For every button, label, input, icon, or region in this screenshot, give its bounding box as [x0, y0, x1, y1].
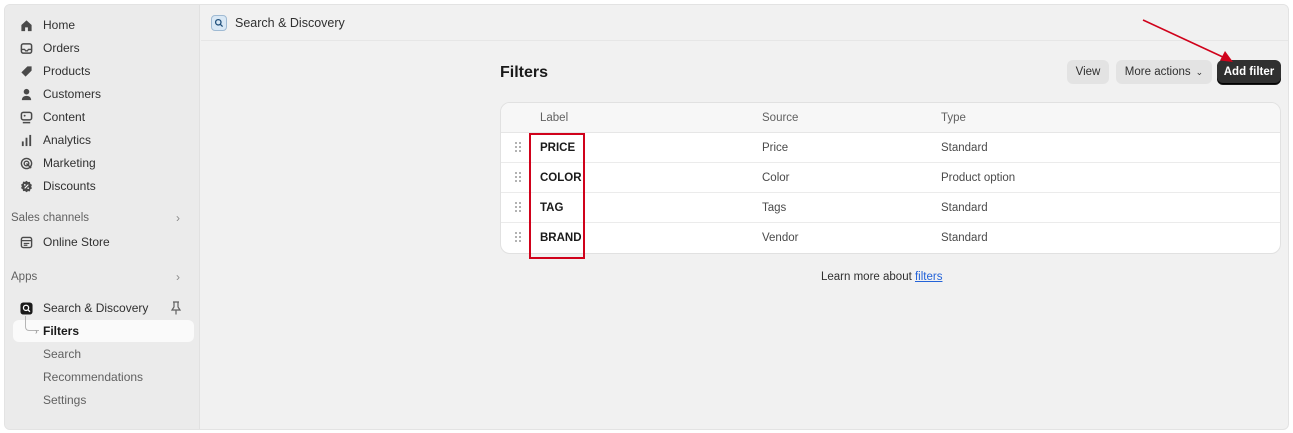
target-icon	[19, 156, 33, 170]
filter-type: Product option	[941, 172, 1016, 184]
filter-label: COLOR	[540, 172, 582, 184]
person-icon	[19, 87, 33, 101]
sidebar-item-marketing[interactable]: Marketing	[11, 152, 194, 174]
sidebar-item-orders[interactable]: Orders	[11, 37, 194, 59]
tag-icon	[19, 64, 33, 78]
sidebar-item-label: Online Store	[43, 235, 110, 249]
filter-label: BRAND	[540, 232, 582, 244]
bar-chart-icon	[19, 133, 33, 147]
sidebar-item-customers[interactable]: Customers	[11, 83, 194, 105]
drag-handle-icon[interactable]	[515, 232, 523, 243]
filter-source: Vendor	[762, 232, 799, 244]
view-button[interactable]: View	[1067, 60, 1109, 84]
more-actions-button[interactable]: More actions ⌄	[1116, 60, 1212, 84]
filters-help-link[interactable]: filters	[915, 271, 942, 283]
discount-icon	[19, 179, 33, 193]
sidebar-item-online-store[interactable]: Online Store	[11, 231, 194, 253]
filter-source: Tags	[762, 202, 787, 214]
app-title: Search & Discovery	[235, 15, 345, 30]
table-header: Label Source Type	[501, 103, 1280, 133]
table-row[interactable]: PRICE Price Standard	[501, 133, 1280, 163]
sidebar-item-discounts[interactable]: Discounts	[11, 175, 194, 197]
sidebar-subitem-recommendations[interactable]: Recommendations	[13, 366, 194, 388]
learn-more-prefix: Learn more about	[821, 271, 915, 283]
sidebar-item-label: Marketing	[43, 156, 96, 170]
sidebar-subitem-settings[interactable]: Settings	[13, 389, 194, 411]
store-icon	[19, 235, 33, 249]
view-button-label: View	[1075, 66, 1101, 78]
sidebar-item-analytics[interactable]: Analytics	[11, 129, 194, 151]
chevron-right-icon: ›	[176, 211, 180, 225]
sidebar-subitem-search[interactable]: Search	[13, 343, 194, 365]
apps-section[interactable]: Apps ›	[11, 267, 194, 287]
sidebar-item-content[interactable]: Content	[11, 106, 194, 128]
add-filter-button[interactable]: Add filter	[1217, 60, 1281, 84]
sidebar-item-label: Products	[43, 64, 91, 78]
sidebar-item-label: Discounts	[43, 179, 96, 193]
filter-type: Standard	[941, 232, 988, 244]
drag-handle-icon[interactable]	[515, 142, 523, 153]
app-topbar: Search & Discovery	[201, 5, 1288, 41]
sidebar-subitem-label: Recommendations	[43, 370, 144, 384]
pin-icon[interactable]	[170, 301, 182, 315]
filter-type: Standard	[941, 202, 988, 214]
filters-table: Label Source Type PRICE Price Standard C…	[500, 102, 1281, 254]
column-header-type[interactable]: Type	[941, 112, 966, 124]
app-frame: Home Orders Products Customers Content A…	[4, 4, 1289, 430]
tree-arrow-icon: ›	[35, 327, 38, 336]
drag-handle-icon[interactable]	[515, 172, 523, 183]
sidebar-subitem-label: Settings	[43, 393, 87, 407]
sidebar-item-label: Customers	[43, 87, 102, 101]
search-discovery-app-icon	[19, 301, 33, 315]
sidebar-item-home[interactable]: Home	[11, 14, 194, 36]
column-header-label[interactable]: Label	[540, 112, 568, 124]
filter-source: Price	[762, 142, 789, 154]
page-title: Filters	[500, 64, 549, 81]
content-icon	[19, 110, 33, 124]
search-discovery-logo-icon	[211, 14, 227, 31]
sidebar: Home Orders Products Customers Content A…	[5, 5, 200, 429]
add-filter-label: Add filter	[1223, 66, 1275, 78]
table-row[interactable]: TAG Tags Standard	[501, 193, 1280, 223]
table-row[interactable]: BRAND Vendor Standard	[501, 223, 1280, 253]
drag-handle-icon[interactable]	[515, 202, 523, 213]
filter-source: Color	[762, 172, 790, 184]
home-icon	[19, 18, 33, 32]
sidebar-item-label: Home	[43, 18, 76, 32]
sidebar-item-label: Content	[43, 110, 86, 124]
sidebar-item-label: Analytics	[43, 133, 92, 147]
sidebar-subitem-label: Filters	[43, 324, 80, 338]
filter-label: PRICE	[540, 142, 576, 154]
sales-channels-section[interactable]: Sales channels ›	[11, 208, 194, 228]
chevron-down-icon: ⌄	[1195, 66, 1204, 77]
learn-more-text: Learn more about filters	[821, 271, 942, 283]
sidebar-subitem-label: Search	[43, 347, 82, 361]
column-header-source[interactable]: Source	[762, 112, 798, 124]
filter-label: TAG	[540, 202, 564, 214]
table-row[interactable]: COLOR Color Product option	[501, 163, 1280, 193]
apps-label: Apps	[11, 271, 38, 283]
filter-type: Standard	[941, 142, 988, 154]
more-actions-label: More actions	[1124, 66, 1191, 78]
sidebar-item-label: Orders	[43, 41, 80, 55]
chevron-right-icon: ›	[176, 270, 180, 284]
sidebar-item-products[interactable]: Products	[11, 60, 194, 82]
sidebar-item-label: Search & Discovery	[43, 301, 149, 315]
inbox-icon	[19, 41, 33, 55]
sales-channels-label: Sales channels	[11, 212, 89, 224]
sidebar-subitem-filters[interactable]: › Filters	[13, 316, 194, 342]
